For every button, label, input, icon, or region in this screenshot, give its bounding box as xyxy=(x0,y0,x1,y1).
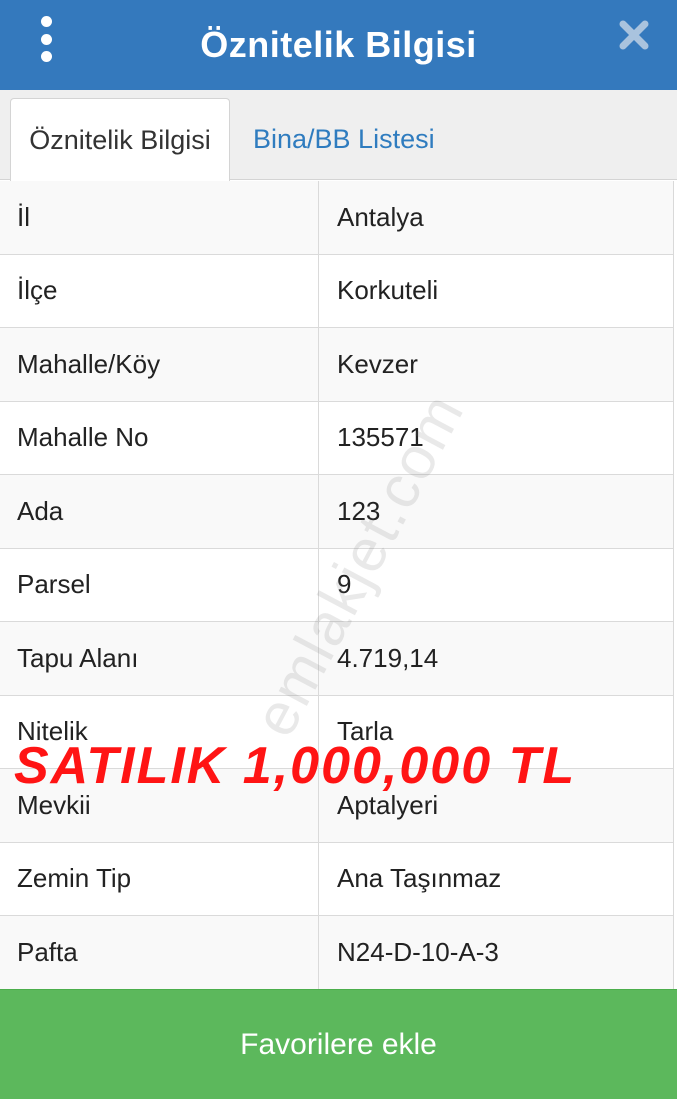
row-label: Nitelik xyxy=(0,695,319,768)
more-options-icon[interactable] xyxy=(34,16,58,62)
table-row: Nitelik Tarla xyxy=(0,695,673,769)
row-label: İl xyxy=(0,181,319,254)
dialog-title: Öznitelik Bilgisi xyxy=(200,24,477,65)
tab-bina-bb-listesi[interactable]: Bina/BB Listesi xyxy=(253,98,435,181)
table-row: Tapu Alanı 4.719,14 xyxy=(0,622,673,696)
row-label: İlçe xyxy=(0,254,319,327)
attribute-table: İl Antalya İlçe Korkuteli Mahalle/Köy Ke… xyxy=(0,181,674,990)
tab-bar: Öznitelik Bilgisi Bina/BB Listesi xyxy=(0,90,677,181)
table-row: İlçe Korkuteli xyxy=(0,254,673,328)
row-value: Korkuteli xyxy=(337,275,439,306)
row-value: Antalya xyxy=(337,201,424,232)
close-icon[interactable] xyxy=(617,18,651,52)
row-value: Kevzer xyxy=(337,348,418,379)
row-value: Tarla xyxy=(337,716,394,747)
row-label: Pafta xyxy=(0,916,319,989)
row-value: 9 xyxy=(337,569,352,600)
row-label: Ada xyxy=(0,475,319,548)
table-row: Mahalle/Köy Kevzer xyxy=(0,328,673,402)
row-label: Zemin Tip xyxy=(0,842,319,915)
table-row: Ada 123 xyxy=(0,475,673,549)
tab-oznitelik-bilgisi[interactable]: Öznitelik Bilgisi xyxy=(10,98,230,181)
table-row: Pafta N24-D-10-A-3 xyxy=(0,916,673,990)
table-row: Zemin Tip Ana Taşınmaz xyxy=(0,842,673,916)
row-value: Aptalyeri xyxy=(337,789,439,820)
row-value: Ana Taşınmaz xyxy=(337,863,502,894)
dialog-header: Öznitelik Bilgisi xyxy=(0,0,677,90)
row-value: 4.719,14 xyxy=(337,642,439,673)
table-row: Parsel 9 xyxy=(0,548,673,622)
table-row: Mevkii Aptalyeri xyxy=(0,769,673,843)
row-label: Mahalle/Köy xyxy=(0,328,319,401)
row-label: Tapu Alanı xyxy=(0,622,319,695)
row-value: 135571 xyxy=(337,422,424,453)
row-value: N24-D-10-A-3 xyxy=(337,936,499,967)
menu-dot xyxy=(40,51,52,62)
row-label: Mahalle No xyxy=(0,401,319,474)
row-value: 123 xyxy=(337,495,381,526)
add-to-favorites-button[interactable]: Favorilere ekle xyxy=(0,989,677,1099)
menu-dot xyxy=(40,33,52,45)
table-row: İl Antalya xyxy=(0,181,673,255)
menu-dot xyxy=(40,16,52,27)
table-row: Mahalle No 135571 xyxy=(0,401,673,475)
row-label: Parsel xyxy=(0,548,319,621)
row-label: Mevkii xyxy=(0,769,319,842)
